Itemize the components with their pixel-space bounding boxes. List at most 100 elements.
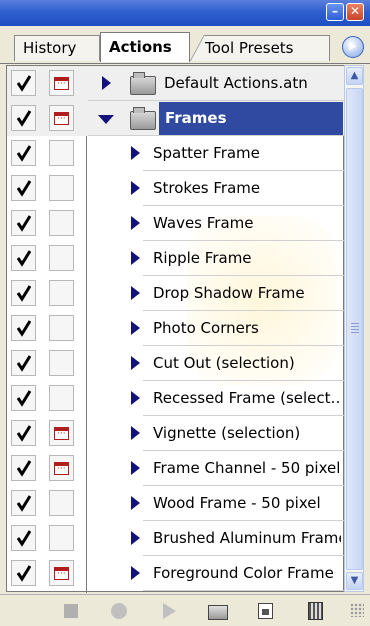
action-cell[interactable]: Strokes Frame [131, 171, 345, 206]
toggle-checkbox[interactable] [11, 245, 36, 271]
dialog-toggle[interactable] [49, 245, 74, 271]
set-cell[interactable]: Default Actions.atn [88, 66, 345, 101]
checkmark-icon [17, 250, 31, 267]
toggle-checkbox[interactable] [11, 175, 36, 201]
expand-right-icon[interactable] [131, 531, 140, 545]
expand-right-icon[interactable] [131, 426, 140, 440]
action-cell[interactable]: Drop Shadow Frame [131, 276, 345, 311]
dialog-toggle[interactable] [49, 350, 74, 376]
expand-right-icon[interactable] [131, 146, 140, 160]
action-row[interactable]: Drop Shadow Frame [7, 276, 345, 311]
expand-right-icon[interactable] [131, 496, 140, 510]
action-row[interactable]: Wood Frame - 50 pixel [7, 486, 345, 521]
action-set-row[interactable]: Frames [7, 101, 345, 136]
action-row[interactable]: Brushed Aluminum Frame [7, 521, 345, 556]
tab-history[interactable]: History [14, 35, 100, 61]
action-cell[interactable]: Vignette (selection) [131, 416, 345, 451]
action-cell[interactable]: Spatter Frame [131, 136, 345, 171]
scroll-down-button[interactable]: ▼ [346, 572, 363, 590]
expand-right-icon[interactable] [131, 216, 140, 230]
action-cell[interactable]: Photo Corners [131, 311, 345, 346]
dialog-toggle[interactable] [49, 210, 74, 236]
dialog-icon [54, 462, 69, 475]
expand-right-icon[interactable] [102, 76, 111, 90]
checkmark-icon [17, 180, 31, 197]
tab-tool-presets[interactable]: Tool Presets [190, 35, 330, 61]
toggle-checkbox[interactable] [11, 350, 36, 376]
dialog-toggle[interactable] [49, 175, 74, 201]
action-cell[interactable]: Recessed Frame (select… [131, 381, 345, 416]
toggle-checkbox[interactable] [11, 490, 36, 516]
expand-down-icon[interactable] [98, 115, 114, 124]
action-row[interactable]: Recessed Frame (select… [7, 381, 345, 416]
trash-icon[interactable] [308, 602, 323, 620]
dialog-toggle[interactable] [49, 315, 74, 341]
record-icon[interactable] [111, 603, 127, 619]
expand-right-icon[interactable] [131, 461, 140, 475]
new-action-icon[interactable] [258, 603, 273, 619]
close-button[interactable]: ✕ [346, 3, 364, 21]
expand-right-icon[interactable] [131, 391, 140, 405]
dialog-toggle[interactable] [49, 105, 74, 131]
toggle-checkbox[interactable] [11, 315, 36, 341]
dialog-toggle[interactable] [49, 455, 74, 481]
dialog-toggle[interactable] [49, 140, 74, 166]
scroll-up-button[interactable]: ▲ [346, 67, 363, 85]
action-row[interactable]: Cut Out (selection) [7, 346, 345, 381]
action-cell[interactable]: Foreground Color Frame [131, 556, 345, 591]
action-cell[interactable]: Brushed Aluminum Frame [131, 521, 345, 556]
expand-right-icon[interactable] [131, 251, 140, 265]
action-row[interactable]: Spatter Frame [7, 136, 345, 171]
expand-right-icon[interactable] [131, 356, 140, 370]
toggle-checkbox[interactable] [11, 385, 36, 411]
expand-right-icon[interactable] [131, 286, 140, 300]
toggle-checkbox[interactable] [11, 455, 36, 481]
toggle-checkbox[interactable] [11, 140, 36, 166]
play-icon[interactable] [163, 603, 176, 619]
action-label: Cut Out (selection) [153, 354, 295, 372]
action-row[interactable]: Strokes Frame [7, 171, 345, 206]
action-set-row[interactable]: Default Actions.atn [7, 66, 345, 101]
resize-grip-icon[interactable] [350, 603, 364, 617]
action-row[interactable]: Photo Corners [7, 311, 345, 346]
expand-right-icon[interactable] [131, 181, 140, 195]
action-cell[interactable]: Ripple Frame [131, 241, 345, 276]
toggle-checkbox[interactable] [11, 525, 36, 551]
dialog-toggle[interactable] [49, 70, 74, 96]
panel-menu-button[interactable]: ▶ [342, 36, 364, 58]
action-cell[interactable]: Cut Out (selection) [131, 346, 345, 381]
expand-right-icon[interactable] [131, 566, 140, 580]
dialog-toggle[interactable] [49, 420, 74, 446]
action-label: Drop Shadow Frame [153, 284, 305, 302]
expand-right-icon[interactable] [131, 321, 140, 335]
action-cell[interactable]: Wood Frame - 50 pixel [131, 486, 345, 521]
toggle-checkbox[interactable] [11, 420, 36, 446]
dialog-toggle[interactable] [49, 385, 74, 411]
action-cell[interactable]: Waves Frame [131, 206, 345, 241]
action-row[interactable]: Frame Channel - 50 pixel [7, 451, 345, 486]
action-label: Ripple Frame [153, 249, 252, 267]
toggle-checkbox[interactable] [11, 105, 36, 131]
tab-actions[interactable]: Actions [100, 32, 190, 62]
toggle-checkbox[interactable] [11, 280, 36, 306]
action-row[interactable]: Ripple Frame [7, 241, 345, 276]
toggle-checkbox[interactable] [11, 560, 36, 586]
set-cell[interactable]: Frames [88, 101, 345, 136]
action-row[interactable]: Vignette (selection) [7, 416, 345, 451]
checkmark-icon [17, 110, 31, 127]
vertical-scrollbar[interactable]: ▲ ▼ [344, 65, 364, 592]
dialog-toggle[interactable] [49, 560, 74, 586]
action-cell[interactable]: Frame Channel - 50 pixel [131, 451, 345, 486]
action-row[interactable]: Foreground Color Frame [7, 556, 345, 591]
action-row[interactable]: Waves Frame [7, 206, 345, 241]
checkmark-icon [17, 215, 31, 232]
toggle-checkbox[interactable] [11, 70, 36, 96]
dialog-toggle[interactable] [49, 280, 74, 306]
stop-icon[interactable] [64, 604, 78, 618]
dialog-toggle[interactable] [49, 490, 74, 516]
minimize-button[interactable]: – [326, 3, 344, 21]
dialog-toggle[interactable] [49, 525, 74, 551]
scroll-thumb[interactable] [346, 88, 363, 570]
toggle-checkbox[interactable] [11, 210, 36, 236]
new-set-icon[interactable] [208, 605, 228, 620]
